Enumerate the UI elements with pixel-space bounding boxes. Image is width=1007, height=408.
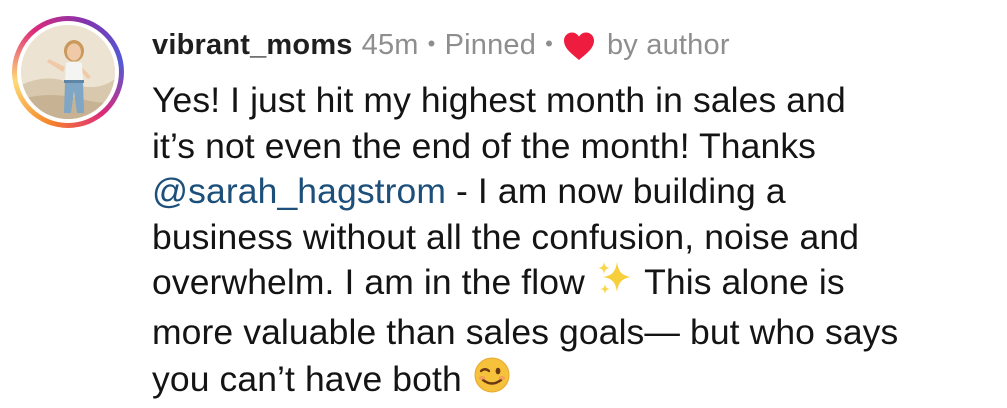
comment-text: Yes! I just hit my highest month in sale… <box>152 78 997 407</box>
comment-line: you can’t have both <box>152 355 997 407</box>
comment-meta: vibrant_moms 45m • Pinned • by author <box>152 24 730 66</box>
comment-text-fragment: overwhelm. I am in the flow <box>152 262 595 302</box>
avatar-gap <box>17 21 119 123</box>
pinned-label: Pinned <box>444 28 537 61</box>
comment-text-fragment: This alone is <box>634 262 845 302</box>
comment-line: overwhelm. I am in the flow This alone i… <box>152 260 997 310</box>
comment-line: more valuable than sales goals— but who … <box>152 311 899 352</box>
sparkles-icon <box>595 260 635 310</box>
avatar <box>21 25 115 119</box>
comment: vibrant_moms 45m • Pinned • by author Ye… <box>0 0 1007 408</box>
liked-by-author-label: by author <box>606 28 730 61</box>
comment-text-fragment: - I am now building a <box>446 171 786 211</box>
separator-dot: • <box>545 31 553 56</box>
story-ring-avatar[interactable] <box>12 16 124 128</box>
winking-face-icon <box>472 355 512 407</box>
mention-link[interactable]: @sarah_hagstrom <box>152 171 446 211</box>
comment-line: business without all the confusion, nois… <box>152 216 860 257</box>
username-link[interactable]: vibrant_moms <box>152 29 353 62</box>
comment-text-fragment: you can’t have both <box>152 359 472 399</box>
comment-line: @sarah_hagstrom - I am now building a <box>152 169 997 215</box>
comment-line: Yes! I just hit my highest month in sale… <box>152 80 846 120</box>
heart-icon <box>562 31 596 61</box>
separator-dot: • <box>427 31 436 56</box>
timestamp[interactable]: 45m <box>362 29 419 62</box>
comment-line: it’s not even the end of the month! Than… <box>152 125 817 166</box>
avatar-photo <box>21 25 115 119</box>
